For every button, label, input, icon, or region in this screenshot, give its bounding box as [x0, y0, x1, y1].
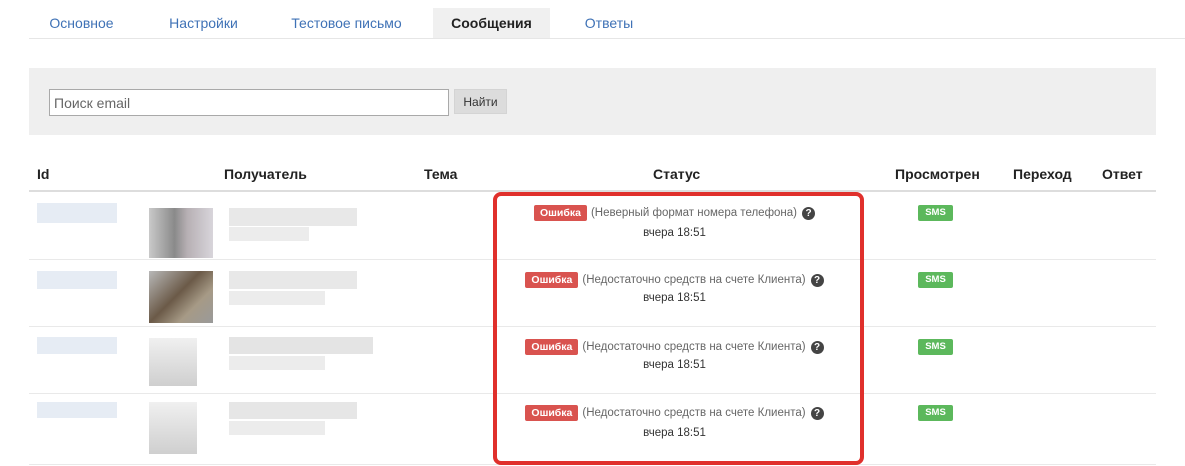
status-reason: (Недостаточно средств на счете Клиента)	[582, 407, 806, 419]
status-reason: (Неверный формат номера телефона)	[590, 207, 797, 219]
redacted-id	[37, 203, 117, 223]
redacted-id	[37, 402, 117, 418]
redacted-recipient	[229, 402, 357, 419]
error-badge: Ошибка	[534, 205, 587, 221]
redacted-recipient	[229, 421, 325, 435]
column-header-recipient[interactable]: Получатель	[224, 166, 307, 182]
column-header-reply[interactable]: Ответ	[1102, 166, 1143, 182]
redacted-avatar	[149, 402, 197, 454]
table-row: Ошибка (Недостаточно средств на счете Кли…	[29, 395, 1156, 465]
table-row: Ошибка (Недостаточно средств на счете Кли…	[29, 328, 1156, 394]
status-time: вчера 18:51	[643, 427, 706, 439]
tab-basic[interactable]: Основное	[29, 8, 134, 38]
sms-badge: SMS	[918, 339, 953, 355]
redacted-avatar	[149, 271, 213, 323]
status-cell: Ошибка (Недостаточно средств на счете Кли…	[469, 339, 880, 355]
error-badge: Ошибка	[525, 339, 579, 355]
sms-badge: SMS	[918, 272, 953, 288]
status-cell: Ошибка (Недостаточно средств на счете Кли…	[469, 272, 880, 288]
question-circle-icon[interactable]: ?	[810, 406, 824, 420]
column-header-viewed[interactable]: Просмотрен	[895, 166, 980, 182]
redacted-recipient	[229, 271, 357, 289]
sms-badge: SMS	[918, 405, 953, 421]
column-header-click[interactable]: Переход	[1013, 166, 1072, 182]
redacted-id	[37, 271, 117, 289]
redacted-recipient	[229, 356, 325, 370]
tab-messages[interactable]: Сообщения	[433, 8, 550, 38]
redacted-recipient	[229, 337, 373, 354]
status-reason: (Недостаточно средств на счете Клиента)	[582, 341, 806, 353]
question-circle-icon[interactable]: ?	[802, 206, 815, 220]
table-row: Ошибка (Неверный формат номера телефона)?…	[29, 193, 1156, 260]
question-circle-icon[interactable]: ?	[810, 340, 824, 354]
search-panel: Найти	[29, 68, 1156, 135]
search-button[interactable]: Найти	[454, 89, 507, 114]
status-time: вчера 18:51	[643, 227, 706, 239]
redacted-recipient	[229, 291, 325, 305]
sms-badge: SMS	[918, 205, 953, 221]
column-header-id[interactable]: Id	[37, 166, 49, 182]
status-cell: Ошибка (Неверный формат номера телефона)?	[469, 205, 880, 221]
status-cell: Ошибка (Недостаточно средств на счете Кли…	[469, 405, 880, 421]
error-badge: Ошибка	[525, 272, 579, 288]
status-time: вчера 18:51	[643, 359, 706, 371]
tab-replies[interactable]: Ответы	[564, 8, 654, 38]
redacted-recipient	[229, 227, 309, 241]
redacted-avatar	[149, 338, 197, 386]
status-time: вчера 18:51	[643, 292, 706, 304]
status-reason: (Недостаточно средств на счете Клиента)	[582, 274, 806, 286]
search-input[interactable]	[49, 89, 449, 116]
column-header-subject[interactable]: Тема	[424, 166, 457, 182]
tab-test-email[interactable]: Тестовое письмо	[274, 8, 419, 38]
error-badge: Ошибка	[525, 405, 579, 421]
table-row: Ошибка (Недостаточно средств на счете Кли…	[29, 261, 1156, 327]
tab-bar: Основное Настройки Тестовое письмо Сообщ…	[29, 6, 1185, 39]
redacted-id	[37, 337, 117, 354]
redacted-recipient	[229, 208, 357, 226]
redacted-avatar	[149, 208, 213, 258]
table-header: Id Получатель Тема Статус Просмотрен Пер…	[29, 157, 1156, 192]
column-header-status[interactable]: Статус	[653, 166, 700, 182]
tab-settings[interactable]: Настройки	[146, 8, 261, 38]
question-circle-icon[interactable]: ?	[810, 273, 824, 287]
